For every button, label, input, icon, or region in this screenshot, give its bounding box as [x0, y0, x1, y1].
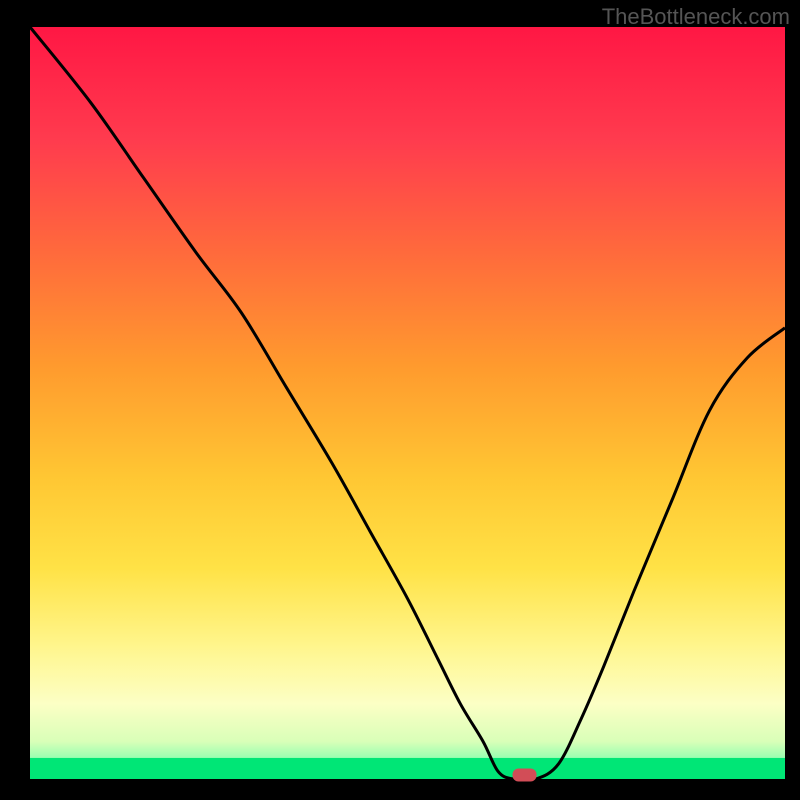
chart-svg: [0, 0, 800, 800]
optimal-marker: [513, 769, 537, 782]
watermark-text: TheBottleneck.com: [602, 4, 790, 30]
bottleneck-chart: TheBottleneck.com: [0, 0, 800, 800]
plot-background: [30, 27, 785, 779]
green-band: [30, 758, 785, 779]
